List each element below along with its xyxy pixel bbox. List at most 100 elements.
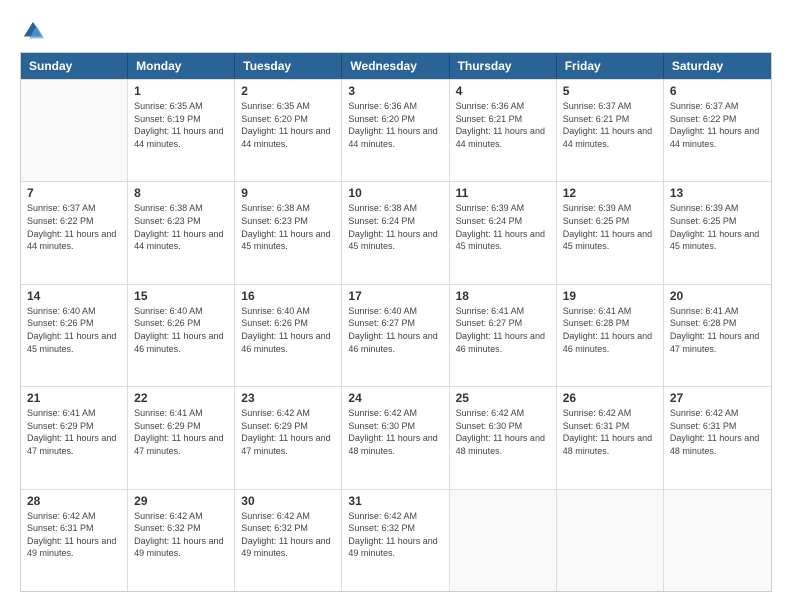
day-number: 26 [563,391,657,405]
cell-info: Sunrise: 6:40 AMSunset: 6:26 PMDaylight:… [134,305,228,355]
day-number: 2 [241,84,335,98]
day-number: 11 [456,186,550,200]
cell-info: Sunrise: 6:38 AMSunset: 6:24 PMDaylight:… [348,202,442,252]
calendar-cell: 7 Sunrise: 6:37 AMSunset: 6:22 PMDaylight… [21,182,128,283]
day-number: 27 [670,391,765,405]
day-number: 17 [348,289,442,303]
day-number: 15 [134,289,228,303]
header-day-saturday: Saturday [664,53,771,79]
header-day-monday: Monday [128,53,235,79]
calendar-cell: 16Sunrise: 6:40 AMSunset: 6:26 PMDayligh… [235,285,342,386]
calendar-cell: 21Sunrise: 6:41 AMSunset: 6:29 PMDayligh… [21,387,128,488]
cell-info: Sunrise: 6:41 AMSunset: 6:28 PMDaylight:… [563,305,657,355]
day-number: 24 [348,391,442,405]
day-number: 8 [134,186,228,200]
day-number: 9 [241,186,335,200]
cell-info: Sunrise: 6:37 AMSunset: 6:22 PMDaylight:… [670,100,765,150]
calendar-cell: 23 Sunrise: 6:42 AMSunset: 6:29 PMDayligh… [235,387,342,488]
day-number: 4 [456,84,550,98]
calendar-cell: 28 Sunrise: 6:42 AMSunset: 6:31 PMDayligh… [21,490,128,591]
cell-info: Sunrise: 6:36 AMSunset: 6:20 PMDaylight:… [348,100,442,150]
header-day-sunday: Sunday [21,53,128,79]
cell-info: Sunrise: 6:37 AMSunset: 6:21 PMDaylight:… [563,100,657,150]
calendar: SundayMondayTuesdayWednesdayThursdayFrid… [20,52,772,592]
day-number: 23 [241,391,335,405]
calendar-row-2: 7 Sunrise: 6:37 AMSunset: 6:22 PMDaylight… [21,181,771,283]
calendar-cell: 1 Sunrise: 6:35 AMSunset: 6:19 PMDaylight… [128,80,235,181]
cell-info: Sunrise: 6:42 AMSunset: 6:31 PMDaylight:… [670,407,765,457]
day-number: 5 [563,84,657,98]
cell-info: Sunrise: 6:41 AMSunset: 6:28 PMDaylight:… [670,305,765,355]
cell-info: Sunrise: 6:36 AMSunset: 6:21 PMDaylight:… [456,100,550,150]
cell-info: Sunrise: 6:37 AMSunset: 6:22 PMDaylight:… [27,202,121,252]
cell-info: Sunrise: 6:35 AMSunset: 6:19 PMDaylight:… [134,100,228,150]
calendar-cell: 25 Sunrise: 6:42 AMSunset: 6:30 PMDayligh… [450,387,557,488]
day-number: 6 [670,84,765,98]
calendar-cell [557,490,664,591]
day-number: 28 [27,494,121,508]
cell-info: Sunrise: 6:42 AMSunset: 6:32 PMDaylight:… [134,510,228,560]
calendar-cell: 26 Sunrise: 6:42 AMSunset: 6:31 PMDayligh… [557,387,664,488]
calendar-cell: 10 Sunrise: 6:38 AMSunset: 6:24 PMDayligh… [342,182,449,283]
cell-info: Sunrise: 6:38 AMSunset: 6:23 PMDaylight:… [241,202,335,252]
day-number: 14 [27,289,121,303]
calendar-row-1: 1 Sunrise: 6:35 AMSunset: 6:19 PMDaylight… [21,79,771,181]
cell-info: Sunrise: 6:42 AMSunset: 6:31 PMDaylight:… [563,407,657,457]
day-number: 25 [456,391,550,405]
calendar-cell: 30 Sunrise: 6:42 AMSunset: 6:32 PMDayligh… [235,490,342,591]
calendar-cell: 3 Sunrise: 6:36 AMSunset: 6:20 PMDaylight… [342,80,449,181]
day-number: 30 [241,494,335,508]
logo-icon [22,20,44,42]
day-number: 13 [670,186,765,200]
header-day-friday: Friday [557,53,664,79]
day-number: 29 [134,494,228,508]
calendar-cell: 22Sunrise: 6:41 AMSunset: 6:29 PMDayligh… [128,387,235,488]
cell-info: Sunrise: 6:40 AMSunset: 6:26 PMDaylight:… [27,305,121,355]
cell-info: Sunrise: 6:42 AMSunset: 6:30 PMDaylight:… [456,407,550,457]
calendar-page: SundayMondayTuesdayWednesdayThursdayFrid… [0,0,792,612]
cell-info: Sunrise: 6:42 AMSunset: 6:29 PMDaylight:… [241,407,335,457]
day-number: 19 [563,289,657,303]
day-number: 16 [241,289,335,303]
calendar-cell: 29 Sunrise: 6:42 AMSunset: 6:32 PMDayligh… [128,490,235,591]
cell-info: Sunrise: 6:42 AMSunset: 6:30 PMDaylight:… [348,407,442,457]
calendar-cell: 15 Sunrise: 6:40 AMSunset: 6:26 PMDayligh… [128,285,235,386]
calendar-cell: 4 Sunrise: 6:36 AMSunset: 6:21 PMDaylight… [450,80,557,181]
calendar-row-4: 21Sunrise: 6:41 AMSunset: 6:29 PMDayligh… [21,386,771,488]
page-header [20,20,772,42]
day-number: 20 [670,289,765,303]
day-number: 10 [348,186,442,200]
calendar-row-3: 14 Sunrise: 6:40 AMSunset: 6:26 PMDayligh… [21,284,771,386]
calendar-cell [21,80,128,181]
day-number: 22 [134,391,228,405]
cell-info: Sunrise: 6:39 AMSunset: 6:25 PMDaylight:… [563,202,657,252]
cell-info: Sunrise: 6:42 AMSunset: 6:32 PMDaylight:… [241,510,335,560]
calendar-cell: 17 Sunrise: 6:40 AMSunset: 6:27 PMDayligh… [342,285,449,386]
cell-info: Sunrise: 6:42 AMSunset: 6:31 PMDaylight:… [27,510,121,560]
calendar-cell: 27 Sunrise: 6:42 AMSunset: 6:31 PMDayligh… [664,387,771,488]
cell-info: Sunrise: 6:39 AMSunset: 6:25 PMDaylight:… [670,202,765,252]
cell-info: Sunrise: 6:40 AMSunset: 6:27 PMDaylight:… [348,305,442,355]
day-number: 18 [456,289,550,303]
calendar-cell: 14 Sunrise: 6:40 AMSunset: 6:26 PMDayligh… [21,285,128,386]
calendar-row-5: 28 Sunrise: 6:42 AMSunset: 6:31 PMDayligh… [21,489,771,591]
day-number: 3 [348,84,442,98]
header-day-thursday: Thursday [450,53,557,79]
calendar-cell [664,490,771,591]
calendar-cell: 12Sunrise: 6:39 AMSunset: 6:25 PMDayligh… [557,182,664,283]
header-day-tuesday: Tuesday [235,53,342,79]
calendar-cell: 2Sunrise: 6:35 AMSunset: 6:20 PMDaylight… [235,80,342,181]
calendar-header: SundayMondayTuesdayWednesdayThursdayFrid… [21,53,771,79]
calendar-cell: 13 Sunrise: 6:39 AMSunset: 6:25 PMDayligh… [664,182,771,283]
calendar-cell: 9 Sunrise: 6:38 AMSunset: 6:23 PMDaylight… [235,182,342,283]
calendar-cell: 8Sunrise: 6:38 AMSunset: 6:23 PMDaylight… [128,182,235,283]
calendar-cell: 11Sunrise: 6:39 AMSunset: 6:24 PMDayligh… [450,182,557,283]
calendar-body: 1 Sunrise: 6:35 AMSunset: 6:19 PMDaylight… [21,79,771,591]
day-number: 7 [27,186,121,200]
day-number: 21 [27,391,121,405]
logo [20,20,44,42]
cell-info: Sunrise: 6:41 AMSunset: 6:27 PMDaylight:… [456,305,550,355]
day-number: 1 [134,84,228,98]
calendar-cell: 19 Sunrise: 6:41 AMSunset: 6:28 PMDayligh… [557,285,664,386]
calendar-cell: 24 Sunrise: 6:42 AMSunset: 6:30 PMDayligh… [342,387,449,488]
